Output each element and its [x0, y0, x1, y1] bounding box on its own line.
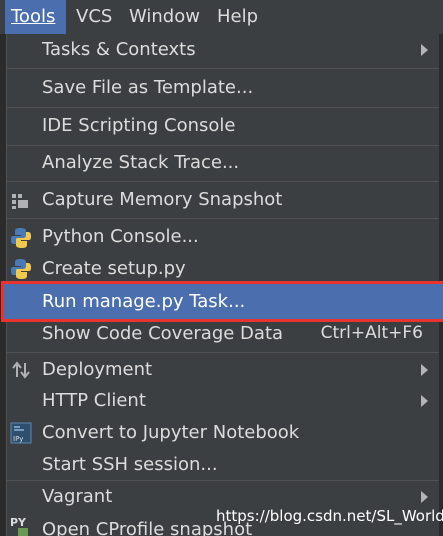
menu-separator [7, 218, 439, 219]
menu-item-convert-to-jupyter-notebook[interactable]: IPy Convert to Jupyter Notebook [7, 417, 439, 449]
menu-item-label: Deployment [42, 359, 153, 380]
menu-item-start-ssh-session[interactable]: Start SSH session... [7, 449, 439, 480]
menu-item-shortcut: Ctrl+Alt+F6 [320, 323, 423, 343]
menu-item-ide-scripting-console[interactable]: IDE Scripting Console [7, 110, 439, 143]
python-icon [11, 259, 31, 279]
menu-item-label: Tasks & Contexts [42, 39, 196, 60]
menu-bar: Tools VCS Window Help [0, 0, 443, 35]
menu-item-run-manage-py-task[interactable]: Run manage.py Task... [1, 281, 443, 322]
menu-item-label: Start SSH session... [42, 454, 218, 475]
python-icon [11, 228, 31, 248]
menu-item-deployment[interactable]: Deployment [7, 354, 439, 386]
submenu-arrow-icon [421, 44, 428, 56]
menu-item-label: Run manage.py Task... [42, 291, 246, 312]
menu-help[interactable]: Help [211, 0, 264, 34]
watermark-url: https://blog.csdn.net/SL_World [216, 507, 443, 525]
menu-item-python-console[interactable]: Python Console... [7, 222, 439, 253]
menu-separator [7, 352, 439, 353]
menu-tools[interactable]: Tools [5, 0, 66, 34]
python-profile-icon: PY [10, 516, 28, 536]
jupyter-icon: IPy [10, 422, 32, 444]
menu-item-label: HTTP Client [42, 390, 146, 411]
memory-snapshot-icon [12, 194, 28, 209]
menu-item-analyze-stack-trace[interactable]: Analyze Stack Trace... [7, 147, 439, 180]
svg-text:PY: PY [10, 516, 27, 529]
submenu-arrow-icon [421, 491, 428, 503]
menu-item-label: Python Console... [42, 226, 199, 247]
menu-item-http-client[interactable]: HTTP Client [7, 386, 439, 417]
menu-separator [7, 145, 439, 146]
menu-item-tasks-contexts[interactable]: Tasks & Contexts [7, 34, 439, 67]
submenu-arrow-icon [421, 395, 428, 407]
menu-item-label: IDE Scripting Console [42, 115, 236, 136]
menu-item-save-file-as-template[interactable]: Save File as Template... [7, 72, 439, 105]
menu-item-capture-memory-snapshot[interactable]: Capture Memory Snapshot [7, 184, 439, 217]
submenu-arrow-icon [421, 364, 428, 376]
menu-item-label: Vagrant [42, 486, 113, 507]
menu-item-label: Analyze Stack Trace... [42, 152, 240, 173]
menu-vcs[interactable]: VCS [70, 0, 118, 34]
menu-item-label: Save File as Template... [42, 77, 254, 98]
menu-separator [7, 480, 439, 481]
menu-separator [7, 181, 439, 182]
deployment-arrows-icon [12, 361, 30, 379]
menu-item-show-code-coverage-data[interactable]: Show Code Coverage Data Ctrl+Alt+F6 [7, 320, 439, 352]
menu-item-label: Convert to Jupyter Notebook [42, 422, 300, 443]
svg-text:IPy: IPy [13, 435, 23, 443]
menu-separator [7, 107, 439, 108]
menu-item-label: Show Code Coverage Data [42, 323, 284, 344]
menu-separator [7, 68, 439, 69]
menu-item-label: Create setup.py [42, 258, 186, 279]
menu-window[interactable]: Window [123, 0, 206, 34]
tools-dropdown-menu: Tasks & Contexts Save File as Template..… [1, 34, 443, 536]
menu-item-label: Capture Memory Snapshot [42, 189, 283, 210]
